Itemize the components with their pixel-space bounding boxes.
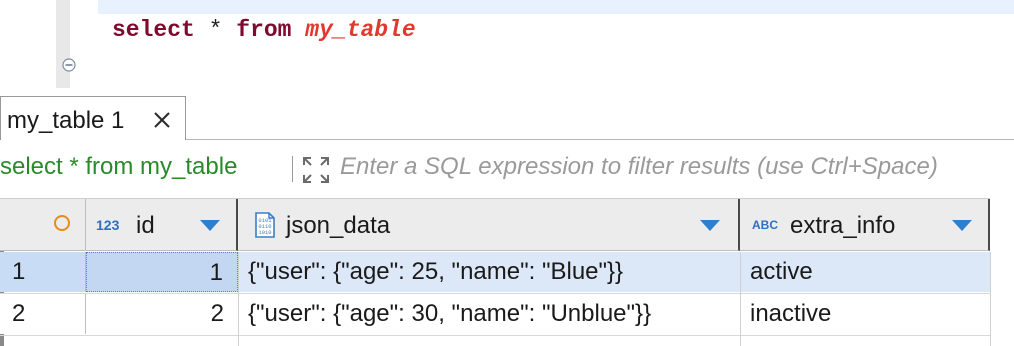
sql-editor[interactable]: select * from my_table [0, 0, 1014, 88]
close-icon[interactable] [151, 109, 173, 136]
table-name-token: my_table [305, 17, 416, 43]
chevron-down-icon[interactable] [200, 220, 220, 231]
select-all-circle-icon[interactable] [54, 215, 70, 231]
json-doc-icon: 0101 0110 1010 [254, 211, 276, 244]
row-number-cell[interactable]: 1 [0, 252, 86, 292]
current-line-highlight [98, 0, 1014, 14]
id-cell[interactable]: 2 [86, 294, 238, 334]
column-header-extra-info[interactable]: ABC extra_info [740, 199, 990, 251]
extra-info-cell[interactable]: active [740, 252, 990, 292]
json-data-cell[interactable]: {"user": {"age": 25, "name": "Blue"}} [238, 252, 740, 292]
column-header-json-data[interactable]: 0101 0110 1010 json_data [238, 199, 740, 251]
numeric-type-badge: 123 [96, 217, 120, 233]
column-name: extra_info [790, 212, 896, 239]
id-cell[interactable]: 1 [86, 252, 238, 292]
tab-my-table-1[interactable]: my_table 1 [0, 96, 186, 140]
results-tabbar: my_table 1 [0, 88, 1014, 140]
chevron-down-icon[interactable] [700, 220, 720, 231]
json-data-cell[interactable]: {"user": {"age": 30, "name": "Unblue"}} [238, 294, 740, 334]
column-divider [990, 252, 991, 346]
filter-separator [292, 156, 293, 182]
filter-input[interactable]: Enter a SQL expression to filter results… [340, 153, 938, 181]
column-name: id [136, 212, 155, 239]
extra-info-cell[interactable]: inactive [740, 294, 990, 334]
operator-star: * [208, 17, 223, 43]
row-number-cell[interactable]: 2 [0, 294, 86, 334]
column-name: json_data [286, 212, 391, 239]
expand-icon[interactable] [300, 154, 332, 191]
text-type-badge: ABC [752, 218, 778, 232]
editor-gutter [56, 0, 76, 88]
keyword-select: select [112, 17, 195, 43]
sql-code-line[interactable]: select * from my_table [112, 14, 416, 46]
active-query-link[interactable]: select * from my_table [0, 153, 237, 181]
column-divider [740, 252, 741, 346]
table-row[interactable]: 2 2 {"user": {"age": 30, "name": "Unblue… [0, 294, 990, 334]
row-divider [0, 335, 990, 336]
table-row[interactable]: 1 1 {"user": {"age": 25, "name": "Blue"}… [0, 252, 990, 292]
filter-bar: select * from my_table Enter a SQL expre… [0, 140, 1014, 198]
row-number-header[interactable] [0, 199, 86, 251]
fold-collapse-icon[interactable] [62, 58, 76, 77]
column-divider [238, 252, 239, 346]
column-header-id[interactable]: 123 id [86, 199, 238, 251]
chevron-down-icon[interactable] [952, 220, 972, 231]
tab-label: my_table 1 [7, 107, 125, 134]
results-grid[interactable]: 123 id 0101 0110 1010 json_data ABC extr… [0, 198, 1014, 346]
svg-text:1010: 1010 [258, 229, 271, 236]
keyword-from: from [236, 17, 292, 43]
